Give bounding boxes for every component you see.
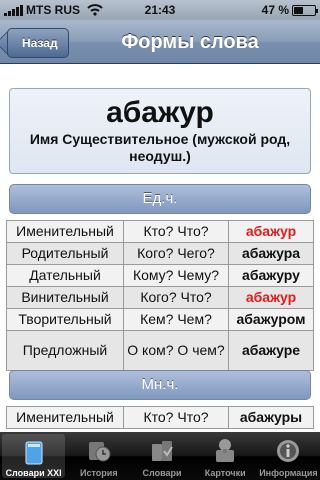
table-row: Именительный Кто? Что? абажур bbox=[6, 220, 314, 243]
headword: абажур bbox=[106, 96, 214, 129]
word-form: абажуры bbox=[228, 406, 314, 429]
tab-label: Информация bbox=[259, 468, 318, 478]
tab-bar: Словари XXI История Словари Карточки Информа… bbox=[0, 432, 320, 480]
table-row: Творительный Кем? Чем? абажуром bbox=[6, 308, 314, 331]
part-of-speech: Имя Существительное (мужской род, неодуш… bbox=[29, 131, 291, 164]
page-title: Формы слова bbox=[121, 31, 259, 53]
battery-group: 47 % bbox=[261, 3, 318, 17]
tab-info[interactable]: Информация bbox=[257, 432, 320, 480]
word-forms-view[interactable]: абажур Имя Существительное (мужской род,… bbox=[0, 65, 320, 432]
case-name: Дательный bbox=[6, 264, 124, 287]
word-form: абажуре bbox=[228, 330, 314, 371]
case-name: Творительный bbox=[6, 308, 124, 331]
case-question: Кого? Чего? bbox=[123, 242, 229, 265]
navigation-bar: Назад Формы слова bbox=[0, 20, 320, 64]
table-row: Предложный О ком? О чем? абажуре bbox=[6, 330, 314, 371]
tab-label: Словари XXI bbox=[5, 468, 62, 478]
word-card: абажур Имя Существительное (мужской род,… bbox=[9, 88, 311, 174]
singular-header: Ед.ч. bbox=[9, 184, 311, 214]
back-button[interactable]: Назад bbox=[7, 28, 69, 58]
singular-table: Именительный Кто? Что? абажур Родительный Ко… bbox=[6, 220, 314, 371]
tab-label: Словари bbox=[142, 468, 182, 478]
word-form: абажуром bbox=[228, 308, 314, 331]
book-icon bbox=[19, 438, 49, 468]
case-question: О ком? О чем? bbox=[123, 330, 229, 371]
tab-dictionaries[interactable]: Словари bbox=[130, 432, 193, 480]
tab-label: Карточки bbox=[204, 468, 246, 478]
case-name: Именительный bbox=[6, 220, 124, 243]
history-icon bbox=[84, 436, 114, 466]
info-icon bbox=[273, 436, 303, 466]
case-question: Кем? Чем? bbox=[123, 308, 229, 331]
tab-history[interactable]: История bbox=[67, 432, 130, 480]
case-question: Кому? Чему? bbox=[123, 264, 229, 287]
back-button-label: Назад bbox=[22, 36, 58, 50]
battery-percent: 47 % bbox=[261, 3, 289, 17]
plural-table: Именительный Кто? Что? абажуры bbox=[6, 406, 314, 429]
tab-book[interactable]: Словари XXI bbox=[2, 434, 66, 478]
case-name: Винительный bbox=[6, 286, 124, 309]
tab-cards[interactable]: Карточки bbox=[194, 432, 257, 480]
table-row: Родительный Кого? Чего? абажура bbox=[6, 242, 314, 265]
table-row: Именительный Кто? Что? абажуры bbox=[6, 406, 314, 429]
tab-label: История bbox=[80, 468, 118, 478]
word-form: абажур bbox=[228, 286, 314, 309]
plural-header: Мн.ч. bbox=[9, 370, 311, 400]
case-question: Кого? Что? bbox=[123, 286, 229, 309]
case-question: Кто? Что? bbox=[123, 220, 229, 243]
table-row: Винительный Кого? Что? абажур bbox=[6, 286, 314, 309]
word-form: абажура bbox=[228, 242, 314, 265]
dictionaries-icon bbox=[147, 436, 177, 466]
word-form: абажуру bbox=[228, 264, 314, 287]
case-question: Кто? Что? bbox=[123, 406, 229, 429]
battery-icon bbox=[292, 4, 318, 16]
cards-icon bbox=[210, 436, 240, 466]
status-bar: MTS RUS 21:43 47 % bbox=[0, 0, 320, 20]
word-form: абажур bbox=[228, 220, 314, 243]
case-name: Родительный bbox=[6, 242, 124, 265]
table-row: Дательный Кому? Чему? абажуру bbox=[6, 264, 314, 287]
case-name: Предложный bbox=[6, 330, 124, 371]
case-name: Именительный bbox=[6, 406, 124, 429]
